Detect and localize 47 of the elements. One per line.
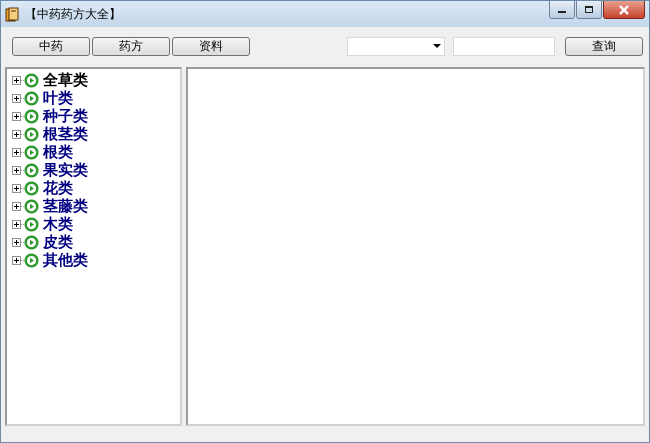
expand-icon[interactable] <box>12 184 21 192</box>
play-icon <box>24 162 39 178</box>
tree-item[interactable]: 全草类 <box>43 71 88 89</box>
close-icon <box>618 4 630 14</box>
tree-item[interactable]: 其他类 <box>43 251 88 269</box>
maximize-icon <box>584 6 594 14</box>
tree-item[interactable]: 叶类 <box>43 89 73 107</box>
expand-icon[interactable] <box>12 166 21 174</box>
expand-icon[interactable] <box>12 94 21 102</box>
caret-icon <box>433 44 441 48</box>
play-icon <box>24 234 39 250</box>
tree-item[interactable]: 茎藤类 <box>43 197 88 215</box>
book-icon <box>5 6 19 22</box>
expand-icon[interactable] <box>12 220 21 228</box>
expand-icon[interactable] <box>12 112 21 120</box>
play-icon <box>24 90 39 106</box>
tree-item[interactable]: 根类 <box>43 143 73 161</box>
minimize-button[interactable] <box>549 1 575 19</box>
tree-item[interactable]: 果实类 <box>43 161 88 179</box>
tree-item[interactable]: 种子类 <box>43 107 88 125</box>
play-icon <box>24 198 39 214</box>
expand-icon[interactable] <box>12 238 21 246</box>
expand-icon[interactable] <box>12 148 21 156</box>
search-field[interactable] <box>453 36 555 56</box>
expand-icon[interactable] <box>12 202 21 210</box>
tree-item[interactable]: 皮类 <box>43 233 73 251</box>
play-icon <box>24 108 39 124</box>
play-icon <box>24 252 39 268</box>
search-button[interactable]: 查询 <box>565 36 643 56</box>
play-icon <box>24 216 39 232</box>
toolbar-button[interactable]: 中药 <box>12 36 90 56</box>
maximize-button[interactable] <box>576 1 602 19</box>
window-title: 【中药药方大全】 <box>25 6 121 22</box>
play-icon <box>24 144 39 160</box>
play-icon <box>24 180 39 196</box>
tree-item[interactable]: 花类 <box>43 179 73 197</box>
expand-icon[interactable] <box>12 256 21 264</box>
expand-icon[interactable] <box>12 76 21 84</box>
dropdown-field[interactable] <box>347 36 445 56</box>
toolbar-button[interactable]: 药方 <box>92 36 170 56</box>
close-button[interactable] <box>603 1 645 19</box>
play-icon <box>24 72 39 88</box>
toolbar-button[interactable]: 资料 <box>172 36 250 56</box>
tree-item[interactable]: 木类 <box>43 215 73 233</box>
expand-icon[interactable] <box>12 130 21 138</box>
tree-item[interactable]: 根茎类 <box>43 125 88 143</box>
play-icon <box>24 126 39 142</box>
